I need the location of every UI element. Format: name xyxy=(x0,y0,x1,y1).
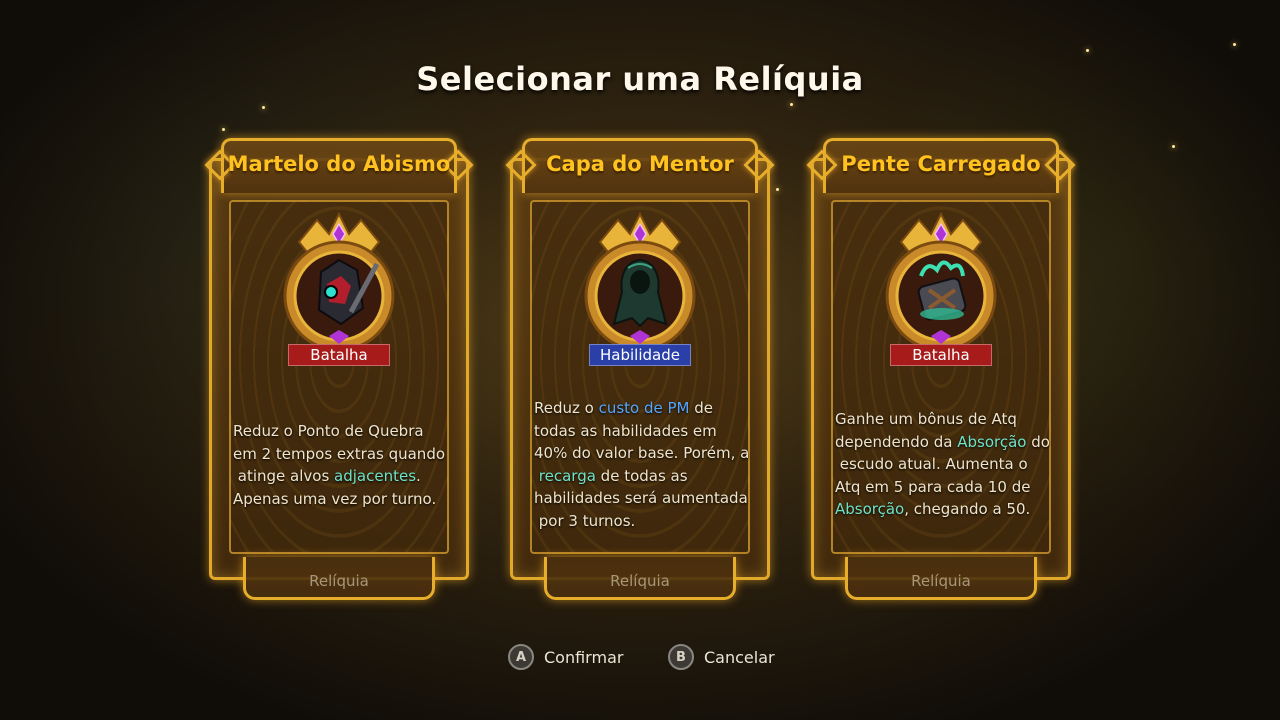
description-line: Atq em 5 para cada 10 de xyxy=(835,476,1049,499)
category-tag: Batalha xyxy=(890,344,992,366)
sparkle xyxy=(1233,43,1236,46)
relic-type-label: Relíquia xyxy=(610,572,670,590)
sparkle xyxy=(1172,145,1175,148)
description-text: Apenas uma vez por turno. xyxy=(233,489,437,508)
description-line: recarga de todas as xyxy=(534,465,748,488)
relic-card-charged-comb[interactable]: Pente Carregado Batalha Ganhe um bônus d… xyxy=(805,138,1077,600)
description-line: todas as habilidades em xyxy=(534,420,748,443)
sparkle xyxy=(790,103,793,106)
relic-type-label: Relíquia xyxy=(309,572,369,590)
description-line: Reduz o Ponto de Quebra xyxy=(233,420,447,443)
sparkle xyxy=(222,128,225,131)
category-tag: Habilidade xyxy=(589,344,691,366)
description-text: de xyxy=(689,399,714,417)
description-line: habilidades será aumentada xyxy=(534,487,748,510)
a-button-icon: A xyxy=(508,644,534,670)
relic-name: Pente Carregado xyxy=(841,152,1041,176)
keyword-highlight: recarga xyxy=(538,466,596,485)
description-line: Ganhe um bônus de Atq xyxy=(835,408,1049,431)
description-text: em 2 tempos extras quando xyxy=(233,444,446,463)
relic-card-mentor-cloak[interactable]: Capa do Mentor Habilidade Reduz o custo … xyxy=(504,138,776,600)
description-text: Atq em 5 para cada 10 de xyxy=(835,477,1031,496)
keyword-highlight: Absorção xyxy=(957,432,1027,451)
description-text: de todas as xyxy=(595,466,688,485)
description-text: dependendo da xyxy=(835,432,958,451)
description-line: Apenas uma vez por turno. xyxy=(233,488,447,511)
description-text: Ganhe um bônus de Atq xyxy=(835,410,1017,428)
description-text: do xyxy=(1026,432,1050,451)
description-text: por 3 turnos. xyxy=(534,511,636,530)
cancel-label: Cancelar xyxy=(704,647,775,667)
keyword-highlight: custo de PM xyxy=(598,399,690,417)
category-tag: Batalha xyxy=(288,344,390,366)
sparkle xyxy=(1086,49,1089,52)
confirm-button[interactable]: A Confirmar xyxy=(508,644,623,670)
description-line: Absorção, chegando a 50. xyxy=(835,498,1049,521)
sparkle xyxy=(776,188,779,191)
description-line: 40% do valor base. Porém, a xyxy=(534,442,750,465)
description-text: Reduz o xyxy=(534,399,599,417)
description-text: Reduz o Ponto de Quebra xyxy=(233,422,424,440)
description-line: Reduz o custo de PM de xyxy=(534,397,748,420)
relic-description: Reduz o custo de PM de todas as habilidad… xyxy=(534,397,750,533)
relic-type-label: Relíquia xyxy=(911,572,971,590)
relic-description: Ganhe um bônus de Atq dependendo da Absor… xyxy=(835,408,1050,521)
abyss-hammer-icon xyxy=(279,211,399,352)
cancel-button[interactable]: B Cancelar xyxy=(668,644,775,670)
sparkle xyxy=(262,106,265,109)
description-text: todas as habilidades em xyxy=(534,421,717,440)
confirm-label: Confirmar xyxy=(544,647,624,667)
relic-description: Reduz o Ponto de Quebra em 2 tempos extra… xyxy=(233,420,447,510)
relic-name: Martelo do Abismo xyxy=(227,152,451,176)
description-line: por 3 turnos. xyxy=(534,510,748,533)
description-line: escudo atual. Aumenta o xyxy=(835,453,1049,476)
page-title: Selecionar uma Relíquia xyxy=(416,60,864,98)
description-text: . xyxy=(416,467,421,485)
description-text: escudo atual. Aumenta o xyxy=(835,455,1028,473)
description-text: , chegando a 50. xyxy=(904,500,1031,518)
description-text: habilidades será aumentada xyxy=(534,489,748,507)
keyword-highlight: Absorção xyxy=(835,500,905,518)
description-text: atinge alvos xyxy=(233,467,335,485)
b-button-icon: B xyxy=(668,644,694,670)
relic-name: Capa do Mentor xyxy=(546,152,734,176)
relic-card-abyss-hammer[interactable]: Martelo do Abismo Batalha Reduz o Ponto … xyxy=(203,138,475,600)
description-line: dependendo da Absorção do xyxy=(835,431,1050,454)
charged-comb-icon xyxy=(881,211,1001,352)
keyword-highlight: adjacentes xyxy=(334,467,417,485)
description-line: em 2 tempos extras quando xyxy=(233,443,447,466)
description-text: 40% do valor base. Porém, a xyxy=(534,444,750,462)
mentor-cloak-icon xyxy=(580,211,700,352)
description-line: atinge alvos adjacentes. xyxy=(233,465,447,488)
